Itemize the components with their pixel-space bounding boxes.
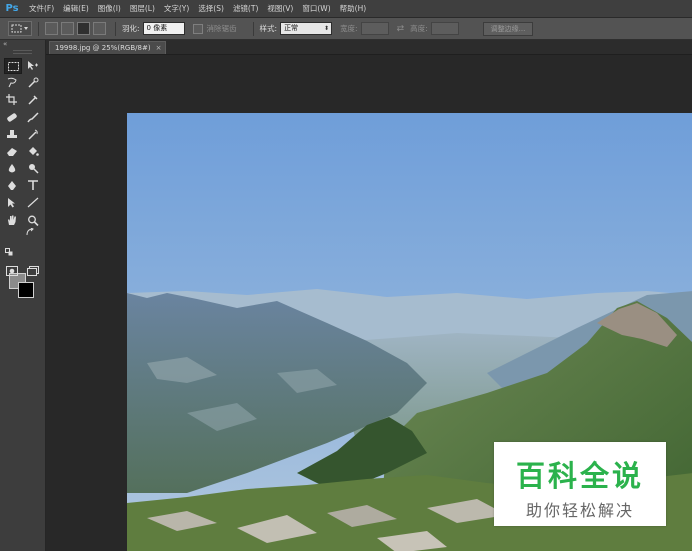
rect-marquee-tool-icon[interactable] <box>4 58 22 74</box>
feather-label: 羽化: <box>122 24 140 33</box>
crop-tool-icon[interactable] <box>4 92 20 106</box>
swap-colors-icon[interactable] <box>25 227 35 237</box>
watermark-badge: 百科全说 助你轻松解决 <box>494 442 666 526</box>
menu-image[interactable]: 图像(I) <box>98 3 121 14</box>
separator <box>252 21 254 36</box>
menu-view[interactable]: 视图(V) <box>267 3 293 14</box>
dodge-tool-icon[interactable] <box>25 161 41 175</box>
quick-mask-icon[interactable] <box>4 264 20 278</box>
lasso-tool-icon[interactable] <box>4 75 20 89</box>
document-tab-bar: 19998.jpg @ 25%(RGB/8#) × <box>46 40 692 55</box>
feather-input[interactable]: 0 像素 <box>142 22 185 35</box>
style-select-value: 正常 <box>284 24 299 32</box>
eraser-tool-icon[interactable] <box>4 144 20 158</box>
width-label: 宽度: <box>340 24 358 33</box>
menu-select[interactable]: 选择(S) <box>198 3 224 14</box>
menu-filter[interactable]: 滤镜(T) <box>233 3 258 14</box>
add-selection-button[interactable] <box>61 22 74 35</box>
options-bar: 羽化: 0 像素 消除锯齿 样式: 正常 ⬍ 宽度: ⇄ 高度: 调整边缘... <box>0 18 692 40</box>
hand-tool-icon[interactable] <box>4 213 20 227</box>
quick-selection-tool-icon[interactable] <box>25 75 41 89</box>
screen-mode-icon[interactable] <box>25 264 41 278</box>
refine-edge-button[interactable]: 调整边缘... <box>482 21 534 36</box>
menu-file[interactable]: 文件(F) <box>29 3 54 14</box>
close-icon[interactable]: × <box>156 44 162 52</box>
path-selection-tool-icon[interactable] <box>4 195 20 209</box>
width-input[interactable] <box>360 22 389 35</box>
new-selection-button[interactable] <box>45 22 58 35</box>
type-tool-icon[interactable] <box>25 178 41 192</box>
collapse-panel-icon[interactable]: « <box>3 40 7 48</box>
menu-layer[interactable]: 图层(L) <box>130 3 155 14</box>
select-arrows-icon: ⬍ <box>324 25 330 32</box>
antialias-label: 消除锯齿 <box>206 24 237 33</box>
toolbox: « <box>0 40 46 551</box>
height-input[interactable] <box>430 22 459 35</box>
style-label: 样式: <box>259 24 278 33</box>
watermark-title: 百科全说 <box>515 459 644 493</box>
eyedropper-tool-icon[interactable] <box>25 92 41 106</box>
menu-help[interactable]: 帮助(H) <box>340 3 367 14</box>
healing-brush-tool-icon[interactable] <box>4 110 20 124</box>
background-color-swatch[interactable] <box>18 282 34 298</box>
swap-dimensions-icon[interactable]: ⇄ <box>397 24 405 34</box>
pen-tool-icon[interactable] <box>4 178 20 192</box>
height-label: 高度: <box>410 24 428 33</box>
separator <box>38 21 39 36</box>
menu-edit[interactable]: 编辑(E) <box>63 3 89 14</box>
history-brush-tool-icon[interactable] <box>25 127 41 141</box>
document-tab[interactable]: 19998.jpg @ 25%(RGB/8#) × <box>49 41 167 54</box>
intersect-selection-button[interactable] <box>93 22 106 35</box>
blur-tool-icon[interactable] <box>4 161 20 175</box>
toolbox-grip[interactable] <box>13 50 32 54</box>
separator <box>115 21 116 36</box>
style-select[interactable]: 正常 ⬍ <box>280 22 333 35</box>
app-logo: Ps <box>5 3 19 14</box>
brush-tool-icon[interactable] <box>25 110 41 124</box>
subtract-selection-button[interactable] <box>77 22 90 35</box>
line-tool-icon[interactable] <box>25 195 41 209</box>
default-colors-icon[interactable] <box>4 247 14 257</box>
clone-stamp-tool-icon[interactable] <box>4 127 20 141</box>
tool-preset-picker[interactable] <box>8 21 32 36</box>
menu-window[interactable]: 窗口(W) <box>302 3 330 14</box>
move-tool-icon[interactable] <box>25 58 41 72</box>
menu-bar: Ps 文件(F) 编辑(E) 图像(I) 图层(L) 文字(Y) 选择(S) 滤… <box>0 0 692 18</box>
menu-type[interactable]: 文字(Y) <box>164 3 189 14</box>
antialias-checkbox[interactable] <box>192 23 203 34</box>
watermark-subtitle: 助你轻松解决 <box>525 501 634 520</box>
zoom-tool-icon[interactable] <box>25 213 41 227</box>
document-tab-title: 19998.jpg @ 25%(RGB/8#) <box>55 44 151 52</box>
paint-bucket-tool-icon[interactable] <box>25 144 41 158</box>
marquee-preset-icon <box>11 24 28 33</box>
